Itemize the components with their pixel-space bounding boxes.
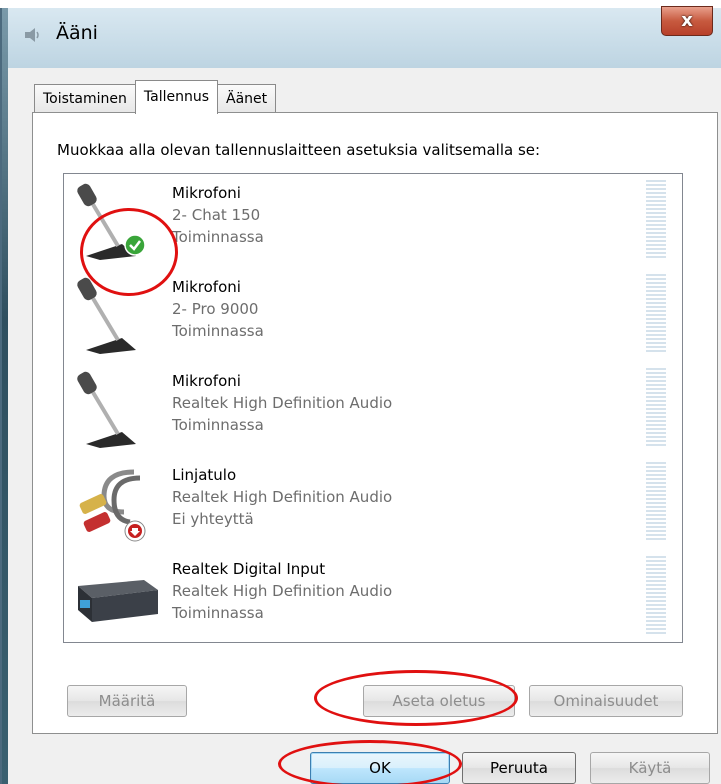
default-check-badge — [124, 234, 146, 256]
close-button[interactable]: x — [661, 6, 713, 36]
cancel-button[interactable]: Peruuta — [462, 752, 576, 784]
device-name: Mikrofoni — [172, 278, 241, 296]
properties-button[interactable]: Ominaisuudet — [529, 685, 683, 717]
title-bar[interactable]: Ääni x — [8, 6, 721, 68]
device-name: Linjatulo — [172, 466, 237, 484]
disconnected-badge — [124, 520, 146, 542]
microphone-icon — [77, 371, 136, 448]
recording-panel: Muokkaa alla olevan tallennuslaitteen as… — [32, 112, 718, 734]
device-detail: 2- Pro 9000 — [172, 300, 259, 318]
device-name: Mikrofoni — [172, 184, 241, 202]
level-meter — [646, 180, 666, 260]
device-item-line-in[interactable]: Linjatulo Realtek High Definition Audio … — [64, 456, 682, 550]
device-name: Mikrofoni — [172, 372, 241, 390]
sound-dialog-window: Ääni x Toistaminen Tallennus Äänet Muokk… — [0, 6, 721, 784]
line-in-cable-icon — [79, 469, 141, 532]
device-detail: Realtek High Definition Audio — [172, 488, 393, 506]
device-item-pro9000[interactable]: Mikrofoni 2- Pro 9000 Toiminnassa — [64, 268, 682, 362]
speaker-icon — [25, 28, 39, 42]
device-status: Ei yhteyttä — [172, 510, 254, 528]
device-name: Realtek Digital Input — [172, 560, 326, 578]
device-detail: Realtek High Definition Audio — [172, 394, 393, 412]
microphone-icon — [77, 277, 136, 354]
configure-button[interactable]: Määritä — [67, 685, 187, 717]
device-list[interactable]: Mikrofoni 2- Chat 150 Toiminnassa Mikrof… — [63, 173, 683, 643]
level-meter — [646, 368, 666, 448]
dialog-body: Toistaminen Tallennus Äänet Muokkaa alla… — [8, 68, 721, 784]
ok-button[interactable]: OK — [310, 752, 450, 784]
device-status: Toiminnassa — [172, 604, 264, 622]
window-title: Ääni — [56, 22, 98, 44]
device-status: Toiminnassa — [172, 228, 264, 246]
device-detail: 2- Chat 150 — [172, 206, 261, 224]
microphone-icon — [77, 183, 136, 260]
device-item-digital-input[interactable]: Realtek Digital Input Realtek High Defin… — [64, 550, 682, 644]
device-item-chat150[interactable]: Mikrofoni 2- Chat 150 Toiminnassa — [64, 174, 682, 268]
device-status: Toiminnassa — [172, 322, 264, 340]
level-meter — [646, 462, 666, 542]
apply-button[interactable]: Käytä — [590, 752, 710, 784]
tab-recording[interactable]: Tallennus — [134, 80, 219, 114]
set-default-button[interactable]: Aseta oletus — [363, 685, 515, 717]
tab-strip: Toistaminen Tallennus Äänet — [34, 80, 277, 114]
device-status: Toiminnassa — [172, 416, 264, 434]
digital-input-device-icon — [78, 580, 158, 622]
level-meter — [646, 556, 666, 636]
instruction-text: Muokkaa alla olevan tallennuslaitteen as… — [57, 141, 541, 159]
device-detail: Realtek High Definition Audio — [172, 582, 393, 600]
level-meter — [646, 274, 666, 354]
tab-sounds[interactable]: Äänet — [217, 84, 277, 114]
device-item-realtek-mic[interactable]: Mikrofoni Realtek High Definition Audio … — [64, 362, 682, 456]
tab-playback[interactable]: Toistaminen — [34, 84, 136, 114]
